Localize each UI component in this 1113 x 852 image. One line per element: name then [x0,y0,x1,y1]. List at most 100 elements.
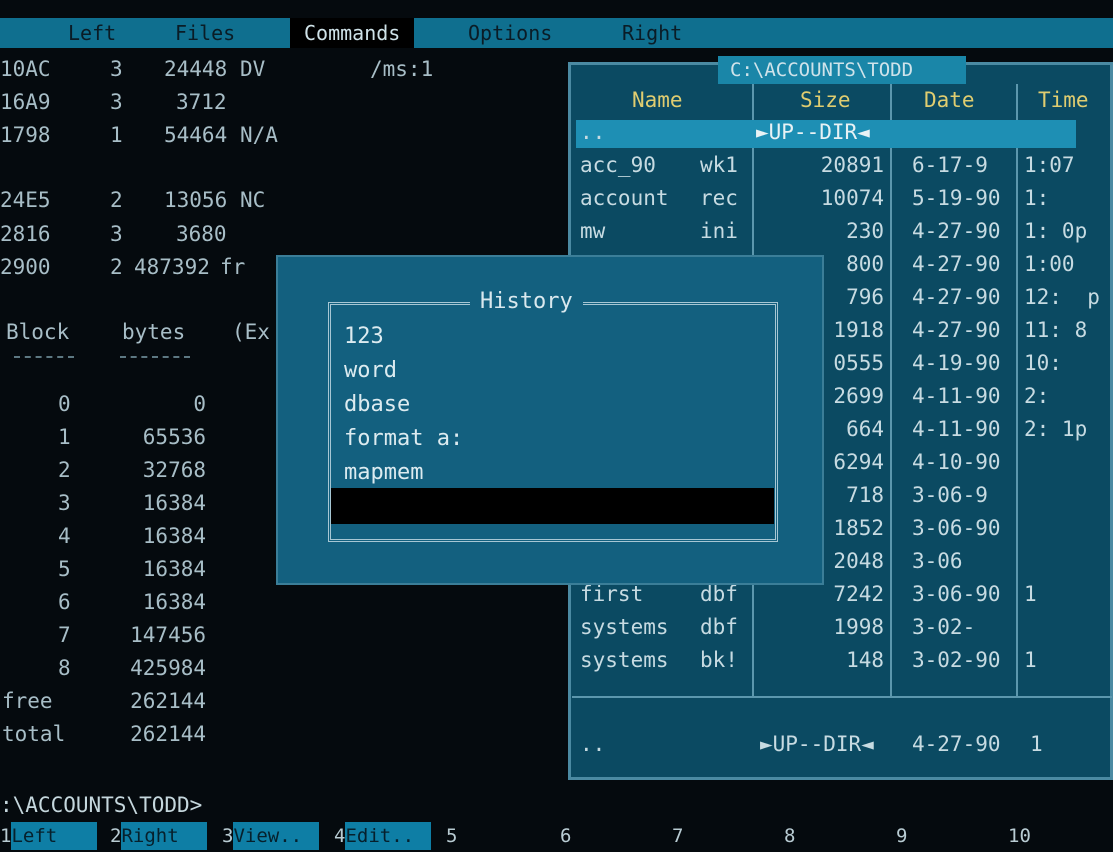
file-size: 10074 [820,186,884,210]
file-size: 230 [846,219,884,243]
map-address: 16A9 [0,90,51,114]
file-date: 4-27-90 [912,219,1001,243]
fkey-number: 9 [896,825,908,847]
file-date: 4-27-90 [912,252,1001,276]
file-date: 4-19-90 [912,351,1001,375]
fkey-5[interactable]: 5 [446,822,543,850]
menu-left[interactable]: Left [68,18,116,48]
fkey-9[interactable]: 9 [896,822,993,850]
map-count: 3 [110,90,123,114]
file-date: 3-02- [912,615,976,639]
history-item[interactable]: mapmem [344,460,423,485]
file-ext: ini [700,219,738,243]
up-dir-name[interactable]: .. [580,120,605,144]
map-size: 24448 [164,57,228,81]
fkey-number: 6 [560,825,572,847]
map-size: 3680 [176,222,227,246]
block-number: 1 [58,425,71,449]
block-number: 2 [58,458,71,482]
status-time: 1 [1030,732,1043,756]
map-address: 24E5 [0,188,51,212]
block-number: 5 [58,557,71,581]
fkey-3[interactable]: 3View.. [222,822,320,850]
map-size: 3712 [176,90,227,114]
fkey-10[interactable]: 10 [1008,822,1111,850]
file-size: 148 [846,648,884,672]
file-size: 7242 [833,582,884,606]
fkey-7[interactable]: 7 [672,822,769,850]
column-separator [1016,84,1018,696]
column-header-name[interactable]: Name [632,88,683,112]
divider [14,356,74,358]
bytes-header: bytes [122,320,186,344]
function-key-bar: 1Left 2Right 3View.. 4Edit.. 5 6 7 8 9 10 [0,822,1113,852]
fkey-label: Right [121,822,208,850]
block-bytes: 16384 [142,524,206,548]
file-date: 3-06-90 [912,516,1001,540]
menu-options[interactable]: Options [468,18,552,48]
map-note: /ms:1 [370,57,434,81]
history-item[interactable]: dbase [344,392,410,417]
history-item[interactable]: 123 [344,324,384,349]
map-owner: NC [240,188,266,212]
column-separator [890,84,892,696]
file-date: 4-27-90 [912,318,1001,342]
fkey-4[interactable]: 4Edit.. [334,822,432,850]
status-name: .. [580,732,606,756]
command-prompt[interactable]: :\ACCOUNTS\TODD> [0,793,202,817]
file-time: 1:00 [1024,252,1075,276]
file-date: 3-06 [912,549,963,573]
file-time: 1 [1024,648,1037,672]
fkey-number: 2 [110,825,122,847]
fkey-number: 7 [672,825,684,847]
file-time: 10: [1024,351,1062,375]
map-count: 2 [110,255,123,279]
column-header-size[interactable]: Size [800,88,851,112]
map-address: 2900 [0,255,51,279]
column-header-date[interactable]: Date [924,88,975,112]
fkey-2[interactable]: 2Right [110,822,208,850]
map-count: 3 [110,57,123,81]
file-name: mw [580,219,606,243]
file-ext: dbf [700,582,738,606]
fkey-label: View.. [233,822,320,850]
panel-path-title: C:\ACCOUNTS\TODD [718,56,966,84]
menu-commands[interactable]: Commands [290,18,415,48]
fkey-number: 1 [0,825,12,847]
file-time: 2: [1024,384,1050,408]
menu-right[interactable]: Right [622,18,682,48]
file-date: 4-10-90 [912,450,1001,474]
fkey-1[interactable]: 1Left [0,822,98,850]
history-item[interactable]: format a: [344,426,463,451]
block-header: Block [6,320,70,344]
file-time: 1: [1024,186,1050,210]
block-bytes: 16384 [142,590,206,614]
menu-files[interactable]: Files [175,18,235,48]
map-owner: N/A [240,123,278,147]
menu-bar: Left Files Commands Options Right [0,18,1113,48]
history-input[interactable] [331,488,774,524]
file-time: 12: p [1024,285,1100,309]
block-number: 8 [58,656,71,680]
file-ext: rec [700,186,738,210]
file-date: 4-27-90 [912,285,1001,309]
map-owner: DV [240,57,266,81]
block-bytes: 32768 [142,458,206,482]
file-date: 3-06-9 [912,483,988,507]
block-number: total [2,722,66,746]
file-date: 5-19-90 [912,186,1001,210]
history-title: History [470,289,583,314]
history-item[interactable]: word [344,358,397,383]
file-name: systems [580,615,669,639]
file-ext: bk! [700,648,738,672]
map-address: 10AC [0,57,51,81]
ex-header: (Ex [232,320,270,344]
file-name: account [580,186,669,210]
up-dir-label: ►UP--DIR◄ [756,120,870,144]
block-number: 7 [58,623,71,647]
file-date: 3-02-90 [912,648,1001,672]
column-header-time[interactable]: Time [1038,88,1089,112]
fkey-6[interactable]: 6 [560,822,657,850]
block-number: 4 [58,524,71,548]
fkey-8[interactable]: 8 [784,822,881,850]
